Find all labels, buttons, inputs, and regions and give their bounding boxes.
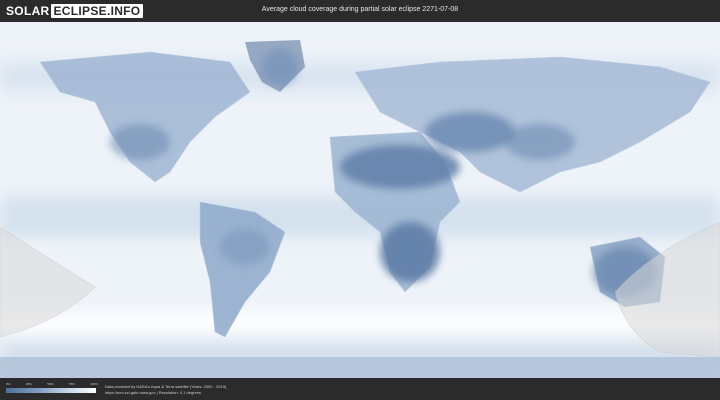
- north-america: [39, 51, 251, 183]
- data-credit: Data provided by NASA's Aqua & Terra sat…: [105, 384, 226, 396]
- legend-color-bar: [6, 388, 96, 393]
- cloud-coverage-map: [0, 22, 720, 378]
- credit-line-2: https://neo.sci.gsfc.nasa.gov | Resoluti…: [105, 390, 201, 395]
- antarctica: [0, 357, 720, 378]
- footer-bar: 0% 25% 50% 75% 100% Data provided by NAS…: [0, 378, 720, 400]
- map-svg: [0, 40, 720, 378]
- page-title: Average cloud coverage during partial so…: [261, 6, 459, 13]
- header-bar: SOLAR ECLIPSE.INFO Average cloud coverag…: [0, 0, 720, 22]
